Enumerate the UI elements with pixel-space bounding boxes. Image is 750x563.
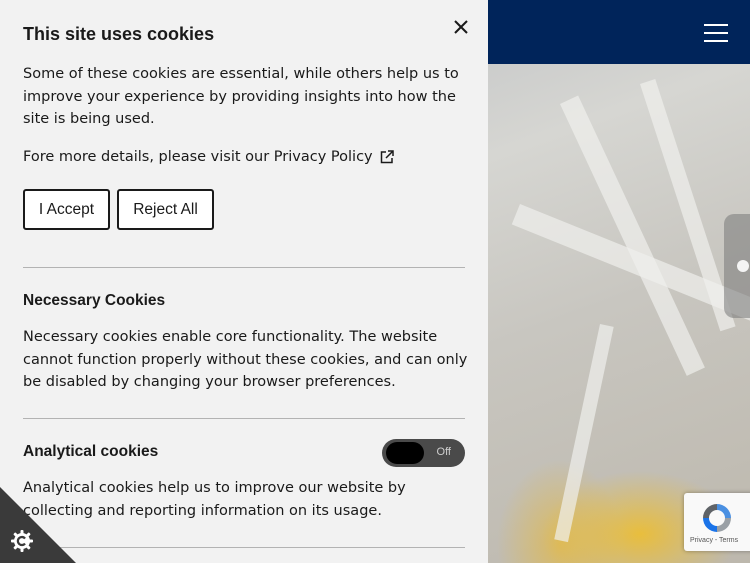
cookie-settings-badge[interactable]	[0, 487, 76, 563]
analytical-cookies-toggle[interactable]: Off	[382, 439, 465, 467]
necessary-cookies-description: Necessary cookies enable core functional…	[23, 329, 468, 390]
cookie-settings-icon	[11, 530, 33, 552]
panel-title: This site uses cookies	[23, 24, 215, 44]
privacy-policy-link[interactable]: Fore more details, please visit our Priv…	[23, 149, 373, 165]
analytical-cookies-title: Analytical cookies	[23, 443, 159, 460]
accept-button[interactable]: I Accept	[23, 189, 110, 230]
divider	[23, 267, 465, 268]
intro-text: Some of these cookies are essential, whi…	[23, 66, 459, 127]
divider	[23, 418, 465, 419]
toggle-state-label: Off	[436, 446, 451, 458]
external-link-icon	[380, 150, 394, 164]
reject-all-button[interactable]: Reject All	[117, 189, 214, 230]
close-icon[interactable]	[450, 16, 472, 38]
recaptcha-badge[interactable]: Privacy - Terms	[684, 493, 750, 551]
recaptcha-links[interactable]: Privacy - Terms	[690, 537, 738, 544]
analytical-cookies-description: Analytical cookies help us to improve ou…	[23, 480, 406, 519]
carousel-handle[interactable]	[724, 214, 750, 318]
divider	[23, 547, 465, 548]
cookie-consent-panel: This site uses cookies Some of these coo…	[0, 0, 488, 563]
toggle-knob	[386, 442, 424, 464]
privacy-policy-line[interactable]: Fore more details, please visit our Priv…	[23, 146, 473, 169]
necessary-cookies-title: Necessary Cookies	[23, 292, 166, 309]
carousel-dot[interactable]	[737, 260, 749, 272]
hamburger-menu-icon[interactable]	[704, 22, 728, 42]
recaptcha-logo-icon	[703, 504, 731, 532]
